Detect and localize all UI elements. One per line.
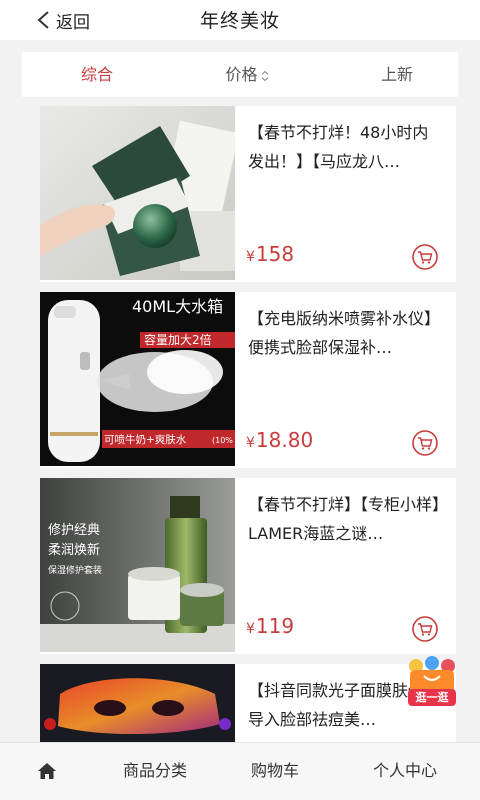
add-to-cart-button[interactable]	[412, 616, 438, 642]
sort-tab-price-label: 价格	[225, 65, 258, 84]
product-name: 【春节不打烊！48小时内发出！】【马应龙八…	[248, 123, 429, 171]
sort-arrows-icon	[261, 70, 269, 82]
price-value: 158	[255, 242, 295, 266]
product-image: 40ML大水箱 容量加大2倍 可喷牛奶+爽肤水 (10%	[40, 292, 235, 466]
promo-text: 保湿修护套装	[48, 564, 102, 576]
product-name: 【充电版纳米喷雾补水仪】便携式脸部保湿补…	[248, 309, 441, 357]
cart-icon	[412, 430, 438, 456]
add-to-cart-button[interactable]	[412, 430, 438, 456]
promo-text: 容量加大2倍	[144, 332, 212, 347]
home-icon	[38, 763, 56, 779]
product-price: ¥18.80	[246, 428, 313, 452]
sort-bar: 综合 价格 上新	[22, 52, 458, 98]
promo-text: 40ML大水箱	[132, 297, 223, 316]
nav-home[interactable]	[32, 743, 62, 799]
header: 返回 年终美妆	[0, 0, 480, 40]
promo-text: 修护经典	[48, 523, 100, 538]
promo-text: 可喷牛奶+爽肤水	[104, 433, 187, 446]
sort-tab-new[interactable]: 上新	[362, 52, 432, 98]
product-image	[40, 664, 235, 742]
product-image: 修护经典 柔润焕新 保湿修护套装	[40, 478, 235, 652]
currency-symbol: ¥	[246, 249, 255, 265]
browse-float-button[interactable]: 逛一逛	[402, 656, 462, 708]
product-price: ¥119	[246, 614, 294, 638]
browse-float-label: 逛一逛	[415, 691, 449, 704]
cart-icon	[412, 616, 438, 642]
product-card[interactable]: 40ML大水箱 容量加大2倍 可喷牛奶+爽肤水 (10% 【充电版纳米喷雾补水仪…	[40, 292, 456, 468]
product-card[interactable]: 修护经典 柔润焕新 保湿修护套装 【春节不打烊】【专柜小样】LAMER海蓝之谜……	[40, 478, 456, 654]
nav-category[interactable]: 商品分类	[100, 743, 210, 799]
product-name: 【春节不打烊】【专柜小样】LAMER海蓝之谜…	[248, 495, 441, 543]
nav-profile[interactable]: 个人中心	[360, 743, 450, 799]
sort-tab-comprehensive[interactable]: 综合	[62, 52, 132, 98]
nav-cart[interactable]: 购物车	[240, 743, 310, 799]
product-image	[40, 106, 235, 280]
bottom-nav: 商品分类 购物车 个人中心	[0, 742, 480, 800]
add-to-cart-button[interactable]	[412, 244, 438, 270]
cart-icon	[412, 244, 438, 270]
sort-tab-price[interactable]: 价格	[207, 52, 287, 98]
promo-text: 柔润焕新	[48, 542, 100, 558]
product-card[interactable]: 【春节不打烊！48小时内发出！】【马应龙八… ¥158	[40, 106, 456, 282]
product-card[interactable]: 【抖音同款光子面膜肤仪】导入脸部祛痘美…	[40, 664, 456, 742]
price-value: 119	[255, 614, 295, 638]
currency-symbol: ¥	[246, 435, 255, 451]
product-price: ¥158	[246, 242, 294, 266]
currency-symbol: ¥	[246, 621, 255, 637]
price-value: 18.80	[255, 428, 314, 452]
promo-text: (10%	[212, 436, 233, 445]
page-title: 年终美妆	[199, 10, 280, 32]
